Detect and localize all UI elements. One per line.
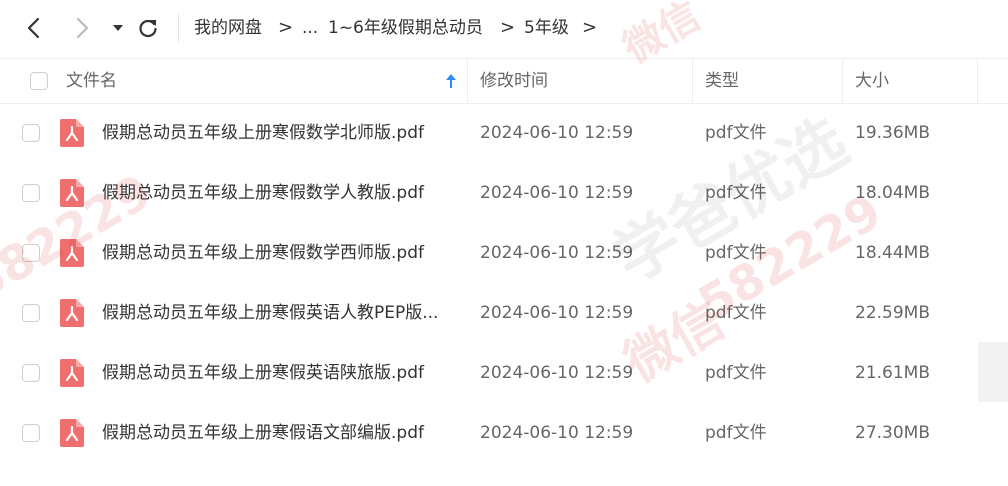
sort-ascending-icon[interactable] [444, 72, 458, 90]
chevron-left-icon [27, 17, 40, 39]
column-header-size[interactable]: 大小 [855, 59, 889, 103]
file-size: 18.04MB [855, 183, 930, 203]
file-name[interactable]: 假期总动员五年级上册寒假数学北师版.pdf [102, 103, 424, 163]
row-checkbox[interactable] [22, 304, 40, 322]
scrollbar-thumb[interactable] [978, 342, 1008, 402]
file-type: pdf文件 [705, 363, 767, 383]
file-row[interactable]: 假期总动员五年级上册寒假数学人教版.pdf 2024-06-10 12:59 p… [0, 163, 1008, 223]
file-size: 22.59MB [855, 303, 930, 323]
file-row[interactable]: 假期总动员五年级上册寒假英语陕旅版.pdf 2024-06-10 12:59 p… [0, 343, 1008, 403]
pdf-file-icon [60, 299, 84, 327]
row-checkbox[interactable] [22, 124, 40, 142]
breadcrumb-ellipsis[interactable]: ... [302, 16, 318, 40]
column-header-type[interactable]: 类型 [705, 59, 739, 103]
history-dropdown-button[interactable] [104, 14, 132, 42]
file-row[interactable]: 假期总动员五年级上册寒假英语人教PEP版... 2024-06-10 12:59… [0, 283, 1008, 343]
row-checkbox[interactable] [22, 184, 40, 202]
file-row[interactable]: 假期总动员五年级上册寒假数学西师版.pdf 2024-06-10 12:59 p… [0, 223, 1008, 283]
file-modified: 2024-06-10 12:59 [480, 183, 634, 203]
row-checkbox[interactable] [22, 364, 40, 382]
file-type: pdf文件 [705, 303, 767, 323]
file-name[interactable]: 假期总动员五年级上册寒假英语陕旅版.pdf [102, 343, 424, 403]
breadcrumb-separator: > [500, 17, 516, 38]
file-name[interactable]: 假期总动员五年级上册寒假语文部编版.pdf [102, 403, 424, 463]
file-row[interactable]: 假期总动员五年级上册寒假数学北师版.pdf 2024-06-10 12:59 p… [0, 103, 1008, 163]
file-type: pdf文件 [705, 123, 767, 143]
file-type: pdf文件 [705, 243, 767, 263]
file-size: 19.36MB [855, 123, 930, 143]
toolbar-divider [178, 14, 179, 42]
pdf-file-icon [60, 239, 84, 267]
file-modified: 2024-06-10 12:59 [480, 123, 634, 143]
pdf-file-icon [60, 179, 84, 207]
breadcrumb-current[interactable]: 5年级 [524, 16, 569, 40]
file-list-header: 文件名 修改时间 类型 大小 [0, 58, 1008, 104]
file-modified: 2024-06-10 12:59 [480, 363, 634, 383]
file-row[interactable]: 假期总动员五年级上册寒假语文部编版.pdf 2024-06-10 12:59 p… [0, 403, 1008, 463]
column-divider [977, 59, 978, 103]
breadcrumb-separator: > [278, 17, 294, 38]
chevron-right-icon [76, 17, 89, 39]
column-header-modified[interactable]: 修改时间 [480, 59, 548, 103]
file-type: pdf文件 [705, 423, 767, 443]
column-header-name[interactable]: 文件名 [66, 59, 117, 103]
column-divider [692, 59, 693, 103]
breadcrumb-root[interactable]: 我的网盘 [194, 16, 262, 40]
pdf-file-icon [60, 359, 84, 387]
file-size: 27.30MB [855, 423, 930, 443]
back-button[interactable] [20, 14, 48, 42]
file-type: pdf文件 [705, 183, 767, 203]
column-divider [842, 59, 843, 103]
file-modified: 2024-06-10 12:59 [480, 303, 634, 323]
select-all-checkbox[interactable] [30, 72, 48, 90]
refresh-icon [139, 19, 157, 38]
file-size: 21.61MB [855, 363, 930, 383]
file-name[interactable]: 假期总动员五年级上册寒假英语人教PEP版... [102, 283, 438, 343]
file-modified: 2024-06-10 12:59 [480, 243, 634, 263]
pdf-file-icon [60, 419, 84, 447]
row-checkbox[interactable] [22, 244, 40, 262]
toolbar: 我的网盘 > ... 1~6年级假期总动员 > 5年级 > [0, 0, 1008, 56]
column-divider [467, 59, 468, 103]
file-name[interactable]: 假期总动员五年级上册寒假数学西师版.pdf [102, 223, 424, 283]
breadcrumb-separator: > [582, 17, 598, 38]
breadcrumb-parent[interactable]: 1~6年级假期总动员 [328, 16, 483, 40]
refresh-button[interactable] [134, 14, 162, 42]
row-checkbox[interactable] [22, 424, 40, 442]
file-name[interactable]: 假期总动员五年级上册寒假数学人教版.pdf [102, 163, 424, 223]
forward-button[interactable] [68, 14, 96, 42]
caret-down-icon [113, 25, 123, 31]
file-modified: 2024-06-10 12:59 [480, 423, 634, 443]
pdf-file-icon [60, 119, 84, 147]
file-size: 18.44MB [855, 243, 930, 263]
